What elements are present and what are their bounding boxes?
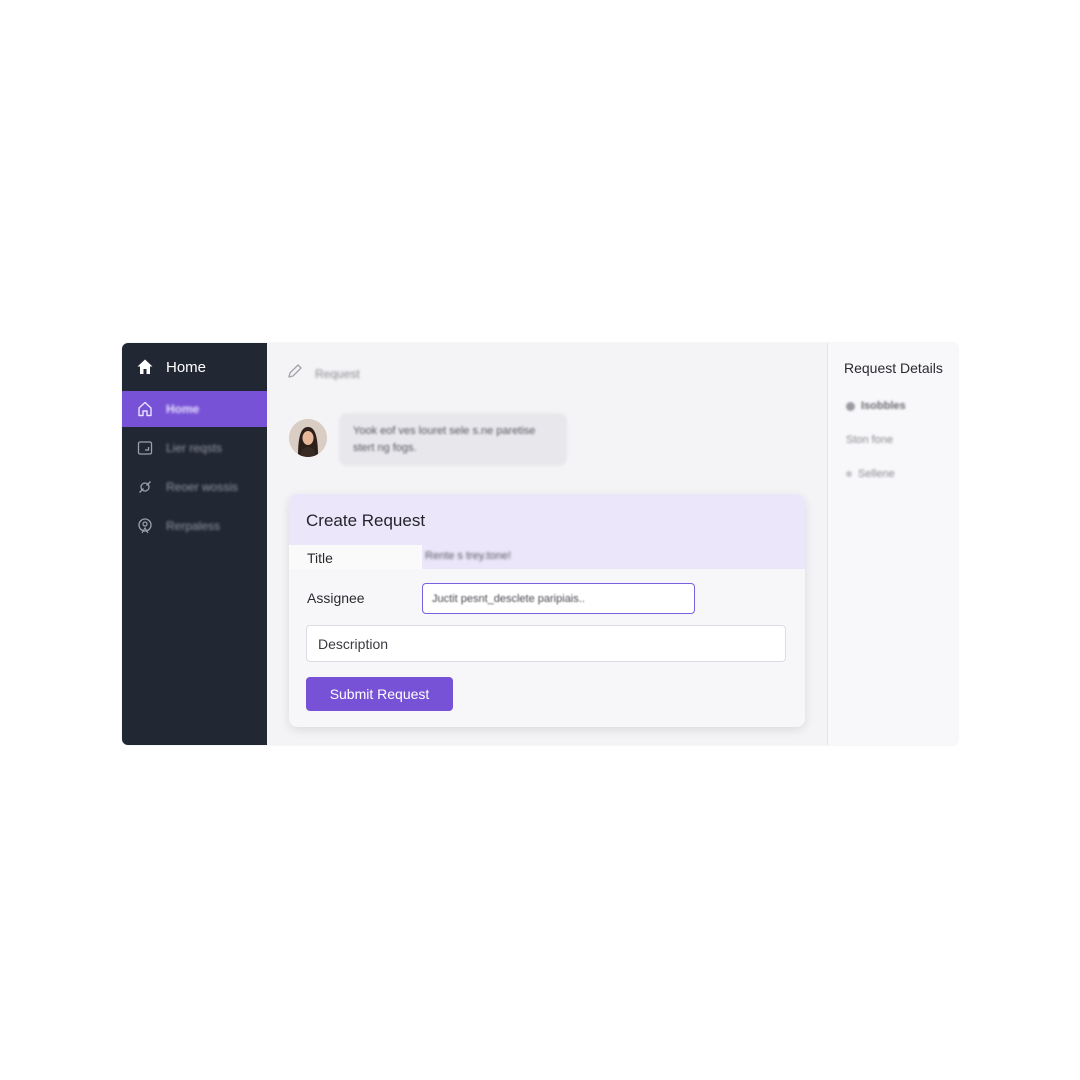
message-line: stert ng fogs. — [353, 442, 417, 454]
home-icon — [136, 358, 154, 376]
message-row: Yook eof ves louret sele s.ne paretise s… — [289, 413, 567, 466]
sidebar-header-label: Home — [166, 358, 207, 376]
assignee-value: Juctit pesnt_desclete paripiais.. — [432, 592, 585, 605]
message-line: Yook eof ves louret sele s.ne paretise — [353, 425, 536, 437]
sidebar-item-label: Rerpaless — [166, 519, 221, 533]
title-label: Title — [307, 550, 333, 566]
home-outline-icon — [136, 400, 154, 418]
create-request-card: Create Request Title Rente s trey.tone! … — [289, 494, 805, 727]
details-item[interactable]: Sellene — [846, 468, 895, 480]
details-title: Request Details — [844, 360, 943, 376]
breadcrumb: Request — [285, 361, 360, 386]
sidebar-item-requests[interactable]: Lier reqsts — [122, 430, 267, 466]
app-window: Home Home Lier reqsts Reoer wossis Rerpa — [122, 343, 958, 745]
avatar — [289, 419, 327, 457]
sidebar-item-label: Lier reqsts — [166, 441, 223, 455]
description-placeholder: Description — [318, 635, 389, 652]
sidebar-header-home[interactable]: Home — [122, 343, 267, 391]
card-title: Create Request — [306, 511, 426, 530]
status-dot-icon — [846, 471, 852, 477]
message-bubble: Yook eof ves louret sele s.ne paretise s… — [339, 413, 567, 466]
sidebar: Home Home Lier reqsts Reoer wossis Rerpa — [122, 343, 267, 745]
description-field[interactable]: Description — [306, 625, 786, 662]
breadcrumb-label: Request — [315, 366, 360, 381]
sidebar-item-responses[interactable]: Rerpaless — [122, 508, 267, 544]
details-item-label: Isobbles — [861, 400, 906, 412]
assignee-input[interactable]: Juctit pesnt_desclete paripiais.. — [422, 583, 695, 614]
submit-request-button[interactable]: Submit Request — [306, 677, 453, 711]
settings-badge-icon — [136, 517, 154, 535]
sidebar-item-label: Reoer wossis — [166, 480, 239, 494]
assignee-label: Assignee — [307, 590, 365, 606]
sidebar-item-home[interactable]: Home — [122, 391, 267, 427]
status-dot-icon — [846, 401, 855, 411]
main-content: Request Yook eof ves louret sele s.ne pa… — [267, 343, 827, 745]
sidebar-item-label: Home — [166, 402, 200, 416]
details-item-label: Sellene — [858, 468, 895, 480]
title-field[interactable]: Rente s trey.tone! — [425, 550, 511, 562]
details-item-label: Ston fone — [846, 434, 894, 446]
details-item[interactable]: Ston fone — [846, 434, 893, 446]
pencil-icon[interactable] — [285, 361, 305, 386]
details-item[interactable]: Isobbles — [846, 400, 906, 412]
inbox-icon — [136, 439, 154, 457]
request-details-panel: Request Details Isobbles Ston fone Selle… — [827, 343, 958, 745]
sidebar-item-links[interactable]: Reoer wossis — [122, 469, 267, 505]
link-icon — [136, 478, 154, 496]
